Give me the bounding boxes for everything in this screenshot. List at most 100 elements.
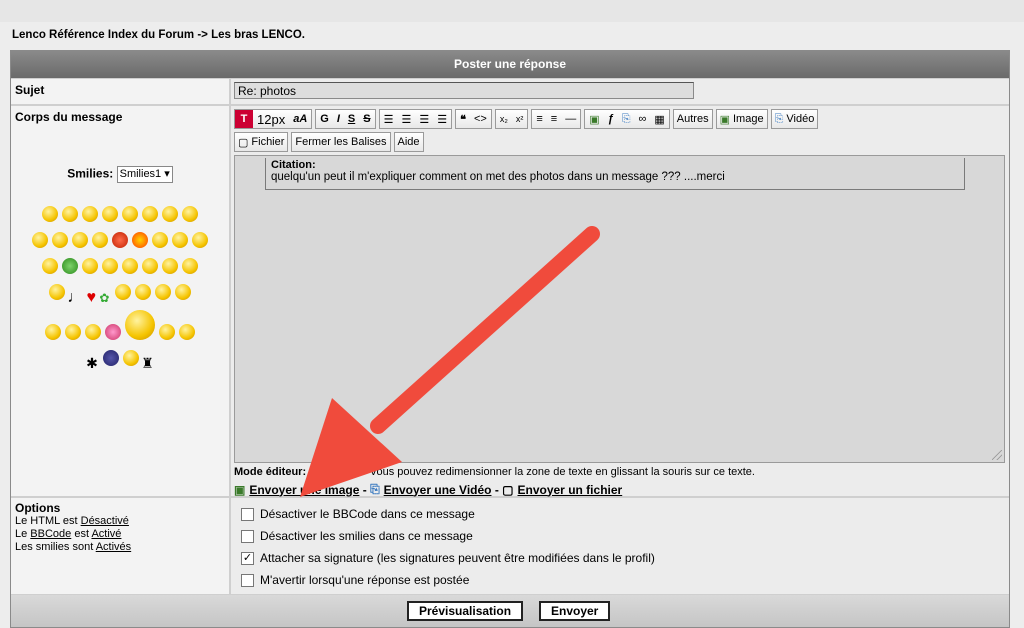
option-disable-smilies[interactable]: Désactiver les smilies dans ce message	[241, 529, 473, 543]
smiley-icon[interactable]	[114, 284, 131, 300]
mode-toggle[interactable]: O	[306, 466, 318, 478]
smiley-icon[interactable]	[182, 206, 198, 222]
smiley-icon[interactable]	[82, 206, 98, 222]
smilies-dropdown[interactable]: Smilies1 ▾	[116, 166, 173, 183]
spider-icon[interactable]: ✱	[86, 355, 98, 371]
smiley-icon[interactable]	[192, 232, 208, 248]
smiley-icon[interactable]	[142, 206, 158, 222]
smiley-icon[interactable]	[132, 232, 148, 248]
smiley-icon[interactable]	[142, 258, 158, 274]
insert-file-button[interactable]: ▢ Fichier	[234, 132, 289, 152]
align-center-icon[interactable]: ☰	[397, 110, 415, 128]
font-face-icon[interactable]: aA	[289, 110, 311, 128]
breadcrumb-home-link[interactable]: Lenco Référence Index du Forum	[12, 29, 194, 41]
send-button[interactable]: Envoyer	[539, 601, 611, 621]
smiley-icon[interactable]	[162, 258, 178, 274]
smiley-icon[interactable]	[112, 232, 128, 248]
option-disable-bbcode[interactable]: Désactiver le BBCode dans ce message	[241, 507, 475, 521]
subject-input[interactable]: Re: photos	[234, 82, 694, 99]
align-right-icon[interactable]: ☰	[415, 110, 433, 128]
flash-icon[interactable]: ƒ	[604, 110, 618, 128]
breadcrumb-forum-link[interactable]: Les bras LENCO.	[211, 29, 305, 41]
smiley-icon[interactable]	[85, 324, 101, 340]
checkbox-checked[interactable]: ✓	[241, 551, 254, 565]
smiley-icon[interactable]	[102, 206, 118, 222]
close-tags-button[interactable]: Fermer les Balises	[291, 132, 391, 152]
smiley-icon[interactable]	[134, 284, 151, 300]
video-icon[interactable]: ⎘	[618, 110, 635, 128]
bbcode-link[interactable]: BBCode	[30, 528, 71, 540]
subscript-icon[interactable]: x₂	[496, 110, 512, 128]
insert-video-button[interactable]: ⎘ Vidéo	[770, 109, 819, 129]
smiley-icon[interactable]	[52, 232, 68, 248]
link-icon[interactable]: ∞	[635, 110, 651, 128]
horizontal-rule-icon[interactable]: —	[561, 110, 580, 128]
resize-handle[interactable]	[992, 450, 1002, 460]
smiley-icon[interactable]	[82, 258, 98, 274]
send-file-link[interactable]: Envoyer un fichier	[518, 483, 623, 497]
smiley-icon[interactable]	[32, 232, 48, 248]
quote-icon[interactable]: ❝	[456, 110, 470, 128]
smiley-icon[interactable]	[159, 324, 175, 340]
image-icon[interactable]: ▣	[585, 110, 603, 128]
smiley-icon[interactable]	[103, 350, 120, 366]
music-note-icon[interactable]: ♩	[67, 289, 83, 306]
smiley-icon[interactable]	[162, 206, 178, 222]
quote-title: Citation:	[271, 159, 316, 171]
person-icon[interactable]: ♜	[141, 355, 154, 371]
smiley-icon[interactable]	[92, 232, 108, 248]
send-image-link[interactable]: Envoyer une Image	[249, 483, 359, 497]
font-size-select[interactable]: 12px	[253, 110, 289, 128]
table-icon[interactable]: ▦	[650, 110, 668, 128]
smiley-icon[interactable]	[125, 310, 155, 340]
option-notify-reply[interactable]: M'avertir lorsqu'une réponse est postée	[241, 573, 469, 587]
smiley-icon[interactable]	[65, 324, 81, 340]
smiley-icon[interactable]	[45, 324, 61, 340]
quote-text: quelqu'un peut il m'expliquer comment on…	[271, 171, 725, 183]
smiley-icon[interactable]	[123, 350, 140, 366]
bold-button[interactable]: G	[316, 110, 333, 128]
smiley-icon[interactable]	[42, 258, 58, 274]
bbcode-state-link[interactable]: Activé	[91, 528, 121, 540]
smiley-icon[interactable]	[62, 258, 78, 274]
message-textarea[interactable]: Citation: quelqu'un peut il m'expliquer …	[234, 155, 1005, 463]
checkbox[interactable]	[241, 507, 254, 521]
help-button[interactable]: Aide	[393, 132, 424, 152]
smiley-icon[interactable]	[154, 284, 171, 300]
smiley-icon[interactable]	[179, 324, 195, 340]
smiley-icon[interactable]	[174, 284, 191, 300]
strike-button[interactable]: S	[359, 110, 374, 128]
insert-image-button[interactable]: ▣ Image	[715, 109, 768, 129]
font-color-icon[interactable]: T	[235, 110, 253, 128]
superscript-icon[interactable]: x²	[512, 110, 528, 128]
code-icon[interactable]: <>	[470, 110, 491, 128]
plant-icon[interactable]: ✿	[99, 291, 109, 305]
preview-button[interactable]: Prévisualisation	[407, 601, 524, 621]
checkbox[interactable]	[241, 529, 254, 543]
autres-button[interactable]: Autres	[672, 109, 713, 129]
italic-button[interactable]: I	[333, 110, 344, 128]
option-attach-signature[interactable]: ✓ Attacher sa signature (les signatures p…	[241, 551, 655, 565]
smiley-icon[interactable]	[62, 206, 78, 222]
smiley-icon[interactable]	[122, 206, 138, 222]
smiley-icon[interactable]	[152, 232, 168, 248]
smilies-status-prefix: Les smilies sont	[15, 541, 96, 553]
numbered-list-icon[interactable]: ≡	[547, 110, 561, 128]
smiley-icon[interactable]	[72, 232, 88, 248]
smiley-icon[interactable]	[122, 258, 138, 274]
align-left-icon[interactable]: ☰	[380, 110, 398, 128]
heart-icon[interactable]: ♥	[87, 289, 97, 306]
checkbox[interactable]	[241, 573, 254, 587]
smiley-icon[interactable]	[102, 258, 118, 274]
smiley-icon[interactable]	[105, 324, 121, 340]
underline-button[interactable]: S	[344, 110, 359, 128]
html-state-link[interactable]: Désactivé	[81, 515, 129, 527]
smiley-icon[interactable]	[182, 258, 198, 274]
bullet-list-icon[interactable]: ≡	[532, 110, 546, 128]
smiley-icon[interactable]	[42, 206, 58, 222]
smiley-icon[interactable]	[172, 232, 188, 248]
smiley-icon[interactable]	[49, 284, 66, 300]
align-justify-icon[interactable]: ☰	[433, 110, 451, 128]
send-video-link[interactable]: Envoyer une Vidéo	[384, 483, 492, 497]
smilies-state-link[interactable]: Activés	[96, 541, 131, 553]
